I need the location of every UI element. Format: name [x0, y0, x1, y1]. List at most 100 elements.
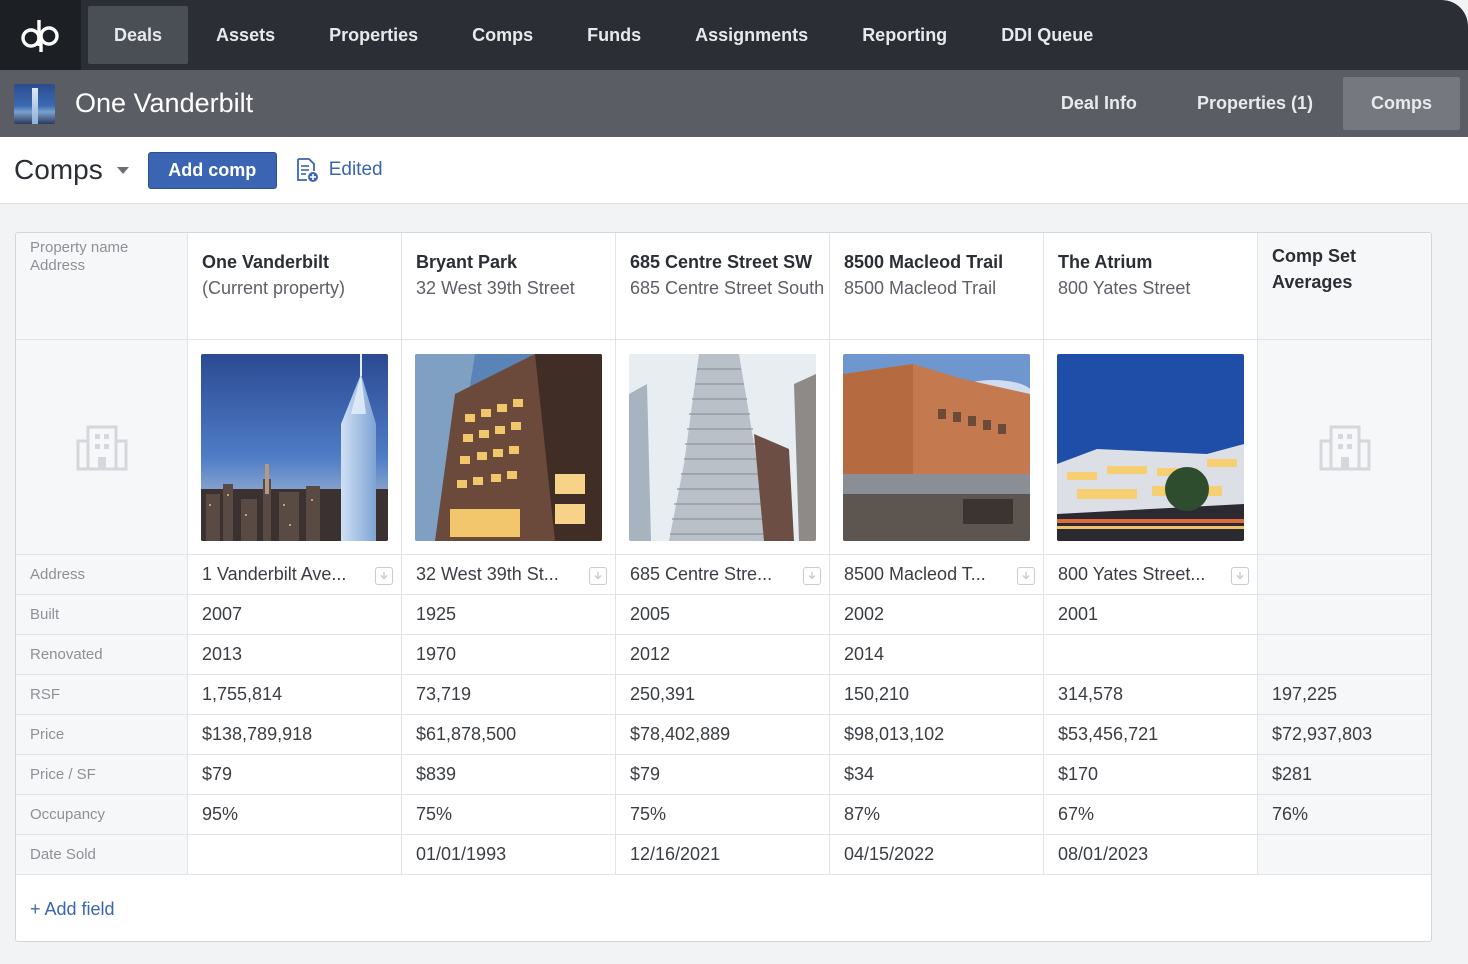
- nav-reporting[interactable]: Reporting: [836, 6, 973, 64]
- table-cell[interactable]: 12/16/2021: [616, 835, 830, 874]
- download-icon[interactable]: [1231, 567, 1249, 585]
- table-cell[interactable]: $839: [402, 755, 616, 794]
- add-comp-button[interactable]: Add comp: [147, 151, 277, 189]
- table-cell[interactable]: $79: [616, 755, 830, 794]
- nav-funds[interactable]: Funds: [561, 6, 667, 64]
- dp-logo-icon: [20, 20, 59, 52]
- property-photo[interactable]: [843, 353, 1030, 541]
- header-label-address: Address: [30, 257, 86, 274]
- column-property-address: (Current property): [202, 278, 346, 298]
- column-property-address: 32 West 39th Street: [416, 278, 575, 298]
- table-cell[interactable]: 01/01/1993: [402, 835, 616, 874]
- table-row: Price $138,789,918 $61,878,500 $78,402,8…: [16, 715, 1431, 755]
- download-icon[interactable]: [1017, 567, 1035, 585]
- table-cell[interactable]: 2002: [830, 595, 1044, 634]
- nav-deals[interactable]: Deals: [88, 6, 189, 64]
- column-header[interactable]: The Atrium 800 Yates Street: [1044, 233, 1258, 339]
- column-property-name: 685 Centre Street SW: [630, 252, 813, 272]
- nav-properties[interactable]: Properties: [303, 6, 444, 64]
- cell-value: 8500 Macleod T...: [844, 564, 986, 584]
- table-cell[interactable]: 67%: [1044, 795, 1258, 834]
- table-cell[interactable]: 1970: [402, 635, 616, 674]
- nav-assets[interactable]: Assets: [190, 6, 301, 64]
- table-cell[interactable]: 87%: [830, 795, 1044, 834]
- table-cell[interactable]: 2005: [616, 595, 830, 634]
- download-icon[interactable]: [803, 567, 821, 585]
- column-header[interactable]: 685 Centre Street SW 685 Centre Street S…: [616, 233, 830, 339]
- top-navigation: Deals Assets Properties Comps Funds Assi…: [0, 0, 1468, 70]
- download-icon[interactable]: [375, 567, 393, 585]
- table-cell[interactable]: 04/15/2022: [830, 835, 1044, 874]
- table-cell[interactable]: 08/01/2023: [1044, 835, 1258, 874]
- tab-properties[interactable]: Properties (1): [1167, 77, 1343, 130]
- table-cell[interactable]: $78,402,889: [616, 715, 830, 754]
- photo-cell: [188, 340, 402, 554]
- table-cell[interactable]: 1 Vanderbilt Ave...: [188, 555, 402, 594]
- table-cell[interactable]: [188, 835, 402, 874]
- header-label-cell: Property name Address: [16, 233, 188, 339]
- table-cell[interactable]: $98,013,102: [830, 715, 1044, 754]
- row-label: RSF: [16, 675, 188, 714]
- table-cell[interactable]: 95%: [188, 795, 402, 834]
- row-label: Price / SF: [16, 755, 188, 794]
- download-icon[interactable]: [589, 567, 607, 585]
- add-field-link[interactable]: + Add field: [30, 899, 115, 920]
- table-cell[interactable]: 32 West 39th St...: [402, 555, 616, 594]
- cell-value: 32 West 39th St...: [416, 564, 559, 584]
- table-cell[interactable]: 1,755,814: [188, 675, 402, 714]
- photo-cell: [1044, 340, 1258, 554]
- tab-comps[interactable]: Comps: [1342, 77, 1460, 130]
- table-cell[interactable]: 2013: [188, 635, 402, 674]
- table-cell[interactable]: 1925: [402, 595, 616, 634]
- row-label: Renovated: [16, 635, 188, 674]
- tab-deal-info[interactable]: Deal Info: [1031, 77, 1167, 130]
- table-cell[interactable]: 75%: [402, 795, 616, 834]
- table-cell[interactable]: 2001: [1044, 595, 1258, 634]
- table-cell[interactable]: $53,456,721: [1044, 715, 1258, 754]
- edited-indicator[interactable]: Edited: [295, 157, 383, 183]
- column-header[interactable]: Bryant Park 32 West 39th Street: [402, 233, 616, 339]
- building-icon: [76, 425, 127, 471]
- column-property-address: 8500 Macleod Trail: [844, 278, 997, 298]
- table-cell[interactable]: 250,391: [616, 675, 830, 714]
- property-photo[interactable]: [415, 353, 602, 541]
- table-cell[interactable]: 800 Yates Street...: [1044, 555, 1258, 594]
- property-photo[interactable]: [1057, 353, 1244, 541]
- table-cell[interactable]: 2012: [616, 635, 830, 674]
- property-photo[interactable]: [629, 353, 816, 541]
- row-label: Price: [16, 715, 188, 754]
- table-cell[interactable]: 314,578: [1044, 675, 1258, 714]
- table-cell[interactable]: 2014: [830, 635, 1044, 674]
- table-cell[interactable]: 8500 Macleod T...: [830, 555, 1044, 594]
- average-cell: 197,225: [1258, 675, 1431, 714]
- table-cell[interactable]: 2007: [188, 595, 402, 634]
- cell-value: 685 Centre Stre...: [630, 564, 773, 584]
- chevron-down-icon[interactable]: [116, 166, 129, 174]
- averages-label: Comp Set Averages: [1272, 246, 1357, 292]
- table-cell[interactable]: 150,210: [830, 675, 1044, 714]
- table-cell[interactable]: $34: [830, 755, 1044, 794]
- table-cell[interactable]: $170: [1044, 755, 1258, 794]
- table-cell[interactable]: 685 Centre Stre...: [616, 555, 830, 594]
- table-cell[interactable]: $138,789,918: [188, 715, 402, 754]
- nav-ddi-queue[interactable]: DDI Queue: [975, 6, 1119, 64]
- property-photo[interactable]: [201, 353, 388, 541]
- table-cell[interactable]: 75%: [616, 795, 830, 834]
- header-label-property-name: Property name: [30, 239, 129, 256]
- photo-cell: [616, 340, 830, 554]
- dp-logo[interactable]: [0, 0, 81, 70]
- average-cell: $281: [1258, 755, 1431, 794]
- deal-header: One Vanderbilt Deal Info Properties (1) …: [0, 70, 1468, 137]
- table-cell[interactable]: $61,878,500: [402, 715, 616, 754]
- comps-table-card: Property name Address One Vanderbilt (Cu…: [15, 232, 1432, 942]
- nav-comps[interactable]: Comps: [446, 6, 559, 64]
- table-cell[interactable]: 73,719: [402, 675, 616, 714]
- average-cell: $72,937,803: [1258, 715, 1431, 754]
- average-cell: [1258, 635, 1431, 674]
- nav-assignments[interactable]: Assignments: [669, 6, 834, 64]
- column-header[interactable]: One Vanderbilt (Current property): [188, 233, 402, 339]
- column-property-name: One Vanderbilt: [202, 252, 330, 272]
- column-header[interactable]: 8500 Macleod Trail 8500 Macleod Trail: [830, 233, 1044, 339]
- table-cell[interactable]: [1044, 635, 1258, 674]
- table-cell[interactable]: $79: [188, 755, 402, 794]
